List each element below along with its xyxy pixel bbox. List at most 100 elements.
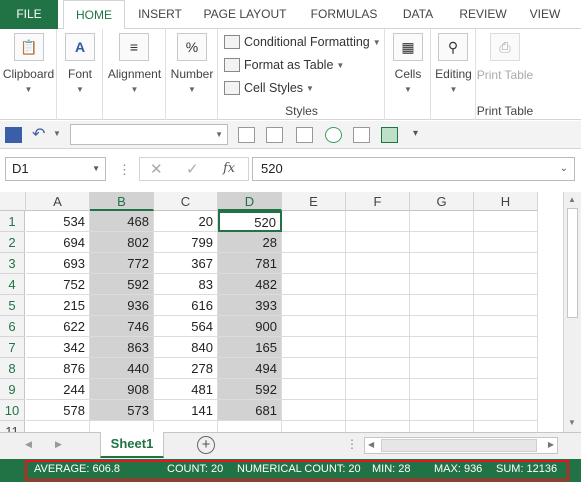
table-cell[interactable]: 681 — [218, 400, 282, 421]
column-header-f[interactable]: F — [346, 192, 410, 211]
expand-formula-icon[interactable]: ⌄ — [560, 158, 568, 180]
qat-dropdown[interactable]: ▼ — [70, 124, 228, 145]
scroll-left-icon[interactable]: ◀ — [368, 440, 374, 449]
cells-group[interactable]: ▦ Cells ▼ — [385, 29, 431, 120]
tab-insert[interactable]: INSERT — [130, 0, 190, 29]
customize-qat-icon[interactable]: ▾ — [413, 128, 418, 139]
chevron-down-icon[interactable]: ▼ — [53, 129, 61, 138]
empty-cell[interactable] — [346, 253, 410, 274]
cell-styles-button[interactable]: Cell Styles ▼ — [224, 78, 314, 98]
print-table-button[interactable]: Print Table — [476, 67, 534, 83]
tab-page-layout[interactable]: PAGE LAYOUT — [196, 0, 294, 29]
column-header-c[interactable]: C — [154, 192, 218, 211]
table-cell[interactable]: 244 — [26, 379, 90, 400]
empty-cell[interactable] — [474, 295, 538, 316]
table-cell[interactable]: 908 — [90, 379, 154, 400]
empty-cell[interactable] — [410, 274, 474, 295]
scroll-down-icon[interactable]: ▼ — [568, 418, 576, 427]
plus-circle-icon[interactable]: + — [197, 436, 215, 454]
table-cell[interactable]: 28 — [218, 232, 282, 253]
empty-cell[interactable] — [282, 358, 346, 379]
column-header-h[interactable]: H — [474, 192, 538, 211]
formula-input[interactable]: 520 ⌄ — [252, 157, 575, 181]
empty-cell[interactable] — [410, 232, 474, 253]
select-all-corner[interactable] — [0, 192, 26, 211]
row-header[interactable]: 7 — [0, 337, 25, 358]
empty-cell[interactable] — [474, 274, 538, 295]
row-header[interactable]: 5 — [0, 295, 25, 316]
empty-cell[interactable] — [410, 316, 474, 337]
tab-review[interactable]: REVIEW — [452, 0, 514, 29]
scroll-right-icon[interactable]: ▶ — [548, 440, 554, 449]
table-cell[interactable]: 578 — [26, 400, 90, 421]
empty-cell[interactable] — [474, 379, 538, 400]
column-header-g[interactable]: G — [410, 192, 474, 211]
empty-cell[interactable] — [410, 295, 474, 316]
empty-cell[interactable] — [282, 316, 346, 337]
empty-cell[interactable] — [346, 211, 410, 232]
clipboard-paste-icon[interactable] — [238, 127, 255, 143]
table-cell[interactable]: 468 — [90, 211, 154, 232]
name-box[interactable]: D1 ▼ — [5, 157, 106, 181]
table-cell[interactable]: 616 — [154, 295, 218, 316]
next-sheet-icon[interactable]: ▶ — [55, 439, 62, 450]
empty-cell[interactable] — [474, 316, 538, 337]
empty-cell[interactable] — [282, 274, 346, 295]
empty-cell[interactable] — [474, 211, 538, 232]
tab-home[interactable]: HOME — [63, 0, 125, 30]
empty-cell[interactable] — [346, 316, 410, 337]
empty-cell[interactable] — [346, 295, 410, 316]
row-header[interactable]: 1 — [0, 211, 25, 232]
empty-cell[interactable] — [282, 337, 346, 358]
empty-cell[interactable] — [346, 274, 410, 295]
empty-cell[interactable] — [474, 400, 538, 421]
empty-cell[interactable] — [346, 232, 410, 253]
vertical-scrollbar[interactable]: ▲ ▼ — [563, 192, 581, 432]
table-cell[interactable]: 863 — [90, 337, 154, 358]
editing-group[interactable]: ⚲ Editing ▼ — [431, 29, 476, 120]
table-cell[interactable]: 876 — [26, 358, 90, 379]
table-cell[interactable]: 342 — [26, 337, 90, 358]
table-cell[interactable]: 772 — [90, 253, 154, 274]
tab-file[interactable]: FILE — [0, 0, 58, 29]
table-cell[interactable]: 165 — [218, 337, 282, 358]
insert-function-icon[interactable]: fx — [223, 161, 235, 176]
row-header[interactable]: 10 — [0, 400, 25, 421]
table-cell[interactable]: 440 — [90, 358, 154, 379]
table-cell[interactable]: 520 — [218, 211, 282, 232]
table-cell[interactable]: 694 — [26, 232, 90, 253]
undo-icon[interactable]: ↶ — [32, 124, 45, 144]
camera-icon[interactable] — [266, 127, 283, 143]
table-cell[interactable]: 534 — [26, 211, 90, 232]
table-cell[interactable]: 367 — [154, 253, 218, 274]
row-header[interactable]: 9 — [0, 379, 25, 400]
row-header[interactable]: 8 — [0, 358, 25, 379]
empty-cell[interactable] — [282, 295, 346, 316]
table-cell[interactable]: 799 — [154, 232, 218, 253]
clipboard-group[interactable]: 📋 Clipboard ▼ — [0, 29, 57, 120]
empty-cell[interactable] — [346, 379, 410, 400]
table-cell[interactable]: 573 — [90, 400, 154, 421]
scroll-thumb[interactable] — [381, 439, 537, 452]
font-group[interactable]: A Font ▼ — [57, 29, 103, 120]
table-cell[interactable]: 752 — [26, 274, 90, 295]
column-header-e[interactable]: E — [282, 192, 346, 211]
empty-cell[interactable] — [410, 358, 474, 379]
table-cell[interactable]: 278 — [154, 358, 218, 379]
cancel-icon[interactable]: ✕ — [150, 160, 163, 178]
alignment-group[interactable]: ≡ Alignment ▼ — [103, 29, 166, 120]
empty-cell[interactable] — [282, 211, 346, 232]
row-header[interactable]: 3 — [0, 253, 25, 274]
table-cell[interactable]: 840 — [154, 337, 218, 358]
empty-cell[interactable] — [410, 211, 474, 232]
conditional-formatting-button[interactable]: Conditional Formatting ▼ — [224, 32, 381, 52]
horizontal-scrollbar[interactable]: ◀ ▶ — [364, 437, 558, 454]
column-header-b[interactable]: B — [90, 192, 154, 211]
empty-cell[interactable] — [282, 379, 346, 400]
table-cell[interactable]: 900 — [218, 316, 282, 337]
table-cell[interactable]: 936 — [90, 295, 154, 316]
circle-icon[interactable] — [325, 127, 342, 143]
save-icon[interactable] — [5, 127, 22, 143]
row-header[interactable]: 6 — [0, 316, 25, 337]
empty-cell[interactable] — [282, 232, 346, 253]
